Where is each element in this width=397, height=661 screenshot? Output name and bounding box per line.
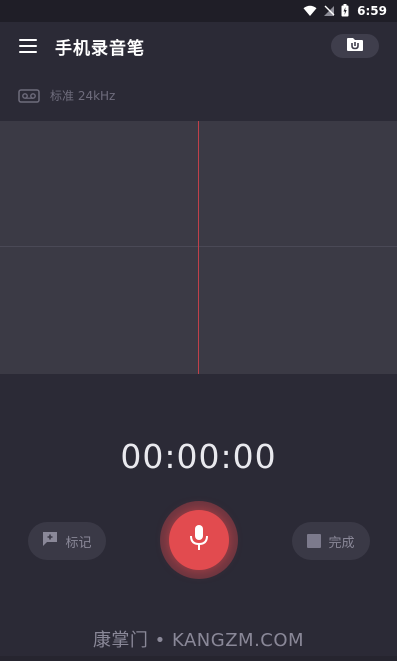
waveform-area — [0, 121, 397, 374]
recordings-folder-button[interactable] — [331, 34, 379, 58]
waveform-playhead — [198, 121, 199, 374]
status-bar: 6:59 — [0, 0, 397, 22]
wifi-icon — [303, 2, 317, 21]
app-title: 手机录音笔 — [55, 39, 145, 59]
quality-label: 标准 24kHz — [50, 89, 116, 103]
flag-plus-icon — [42, 531, 58, 551]
mark-button[interactable]: 标记 — [28, 522, 106, 560]
done-button[interactable]: 完成 — [292, 522, 370, 560]
bottom-edge — [0, 656, 397, 661]
watermark: 康掌门 • KANGZM.COM — [92, 630, 305, 651]
quality-setting[interactable]: 标准 24kHz — [0, 70, 397, 120]
done-label: 完成 — [328, 535, 355, 551]
cassette-icon — [18, 88, 40, 107]
app-bar: 手机录音笔 — [0, 22, 397, 70]
signal-off-icon — [323, 2, 335, 21]
battery-charging-icon — [341, 2, 349, 21]
record-button[interactable] — [169, 510, 229, 570]
recording-timer: 00:00:00 — [120, 437, 277, 476]
stop-square-icon — [307, 534, 322, 548]
menu-icon[interactable] — [19, 39, 37, 53]
folder-icon — [346, 37, 364, 56]
microphone-icon — [188, 524, 210, 556]
mark-label: 标记 — [65, 535, 92, 551]
status-time: 6:59 — [357, 4, 387, 18]
